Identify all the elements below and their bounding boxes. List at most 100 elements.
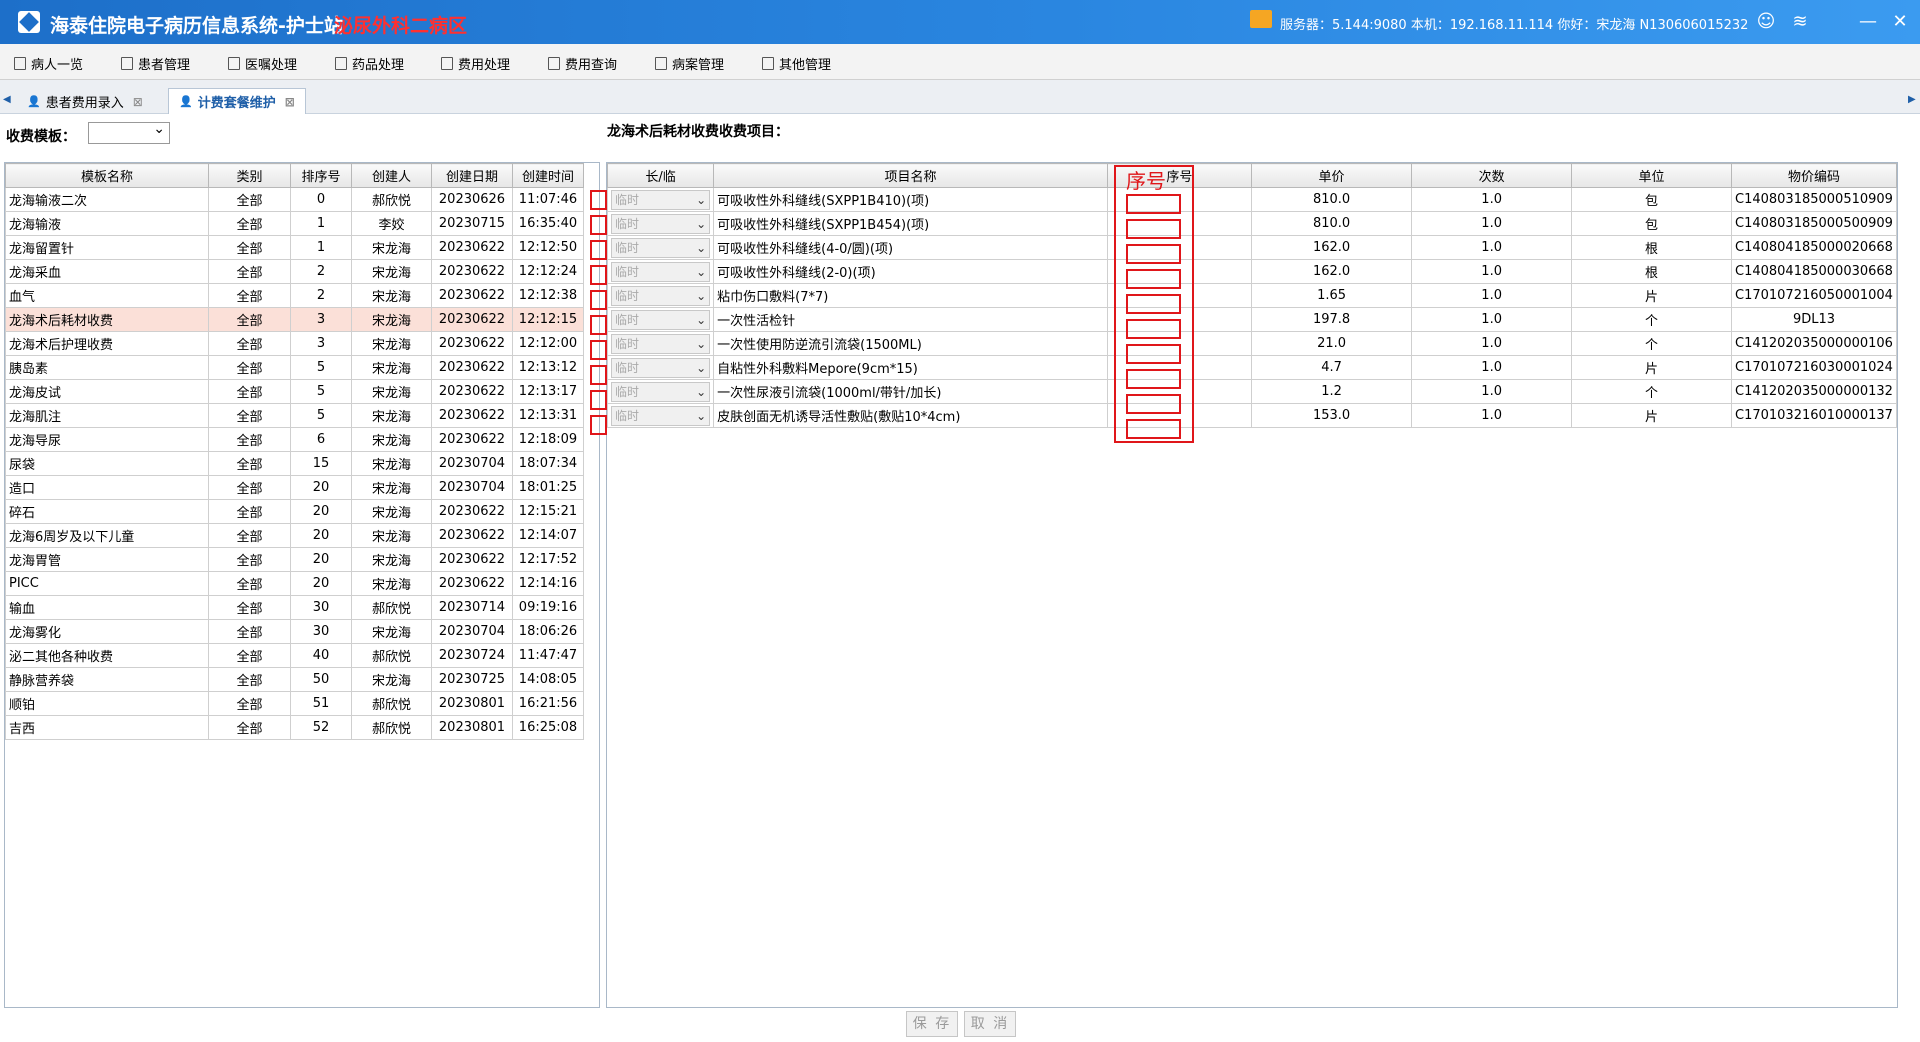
type-select[interactable]: 临时 ⌄ <box>611 285 711 306</box>
template-row[interactable]: 龙海输液二次 全部 0 郝欣悦 20230626 11:07:46 <box>5 187 584 212</box>
fee-item-row[interactable]: 临时 ⌄ 一次性使用防逆流引流袋(1500ML) 21.0 1.0 个 C141202035… <box>606 331 1898 356</box>
close-button[interactable]: ✕ <box>1886 8 1914 36</box>
app-logo-icon <box>18 11 40 33</box>
fee-item-row[interactable]: 临时 ⌄ 粘巾伤口敷料(7*7) 1.65 1.0 片 C17010721605000100… <box>606 283 1898 308</box>
template-row[interactable]: 龙海导尿 全部 6 宋龙海 20230622 12:18:09 <box>5 427 584 452</box>
template-row[interactable]: 龙海皮试 全部 5 宋龙海 20230622 12:13:17 <box>5 379 584 404</box>
type-select[interactable]: 临时 ⌄ <box>611 213 711 234</box>
template-row[interactable]: 龙海术后耗材收费 全部 3 宋龙海 20230622 12:12:15 <box>5 307 584 332</box>
cancel-button[interactable]: 取 消 <box>964 1011 1016 1037</box>
unit-cell: 包 <box>1571 187 1732 212</box>
template-cell: 全部 <box>208 259 291 284</box>
template-row[interactable]: 顺铂 全部 51 郝欣悦 20230801 16:21:56 <box>5 691 584 716</box>
template-col-header[interactable]: 排序号 <box>290 163 352 188</box>
tab-billing-package[interactable]: 👤 计费套餐维护 ⊠ <box>168 88 306 114</box>
count-cell: 1.0 <box>1411 403 1573 428</box>
menu-fee-process[interactable]: 费用处理 <box>441 54 510 73</box>
menu-patient-list[interactable]: 病人一览 <box>14 54 83 73</box>
tab-scroll-right-icon[interactable]: ▶ <box>1908 94 1916 105</box>
template-row[interactable]: 龙海输液 全部 1 李姣 20230715 16:35:40 <box>5 211 584 236</box>
template-row[interactable]: 龙海留置针 全部 1 宋龙海 20230622 12:12:50 <box>5 235 584 260</box>
template-cell: 2 <box>290 283 352 308</box>
fee-item-row[interactable]: 临时 ⌄ 自粘性外科敷料Mepore(9cm*15) 4.7 1.0 片 C17010721… <box>606 355 1898 380</box>
template-row[interactable]: 龙海胃管 全部 20 宋龙海 20230622 12:17:52 <box>5 547 584 572</box>
template-cell: 12:15:21 <box>512 499 584 524</box>
template-col-header[interactable]: 创建时间 <box>512 163 584 188</box>
type-cell: 临时 ⌄ <box>606 307 715 332</box>
layers-icon[interactable]: ≋ <box>1786 8 1814 36</box>
template-cell: 12:14:16 <box>512 571 584 596</box>
fee-item-row[interactable]: 临时 ⌄ 可吸收性外科缝线(SXPP1B410)(项) 810.0 1.0 包 C14080… <box>606 187 1898 212</box>
fee-col-header[interactable]: 次数 <box>1411 163 1573 188</box>
minimize-button[interactable]: — <box>1854 8 1882 36</box>
template-row[interactable]: 龙海雾化 全部 30 宋龙海 20230704 18:06:26 <box>5 619 584 644</box>
template-row[interactable]: 吉西 全部 52 郝欣悦 20230801 16:25:08 <box>5 715 584 740</box>
template-row[interactable]: 碎石 全部 20 宋龙海 20230622 12:15:21 <box>5 499 584 524</box>
type-select[interactable]: 临时 ⌄ <box>611 237 711 258</box>
type-select[interactable]: 临时 ⌄ <box>611 357 711 378</box>
type-select[interactable]: 临时 ⌄ <box>611 381 711 402</box>
template-row[interactable]: 龙海术后护理收费 全部 3 宋龙海 20230622 12:12:00 <box>5 331 584 356</box>
template-select[interactable] <box>88 121 170 144</box>
template-cell: 宋龙海 <box>351 523 432 548</box>
type-select[interactable]: 临时 ⌄ <box>611 333 711 354</box>
template-cell: 郝欣悦 <box>351 187 432 212</box>
save-button[interactable]: 保 存 <box>906 1011 958 1037</box>
fee-item-row[interactable]: 临时 ⌄ 一次性活检针 197.8 1.0 个 9DL13 <box>606 307 1898 332</box>
template-row[interactable]: 尿袋 全部 15 宋龙海 20230704 18:07:34 <box>5 451 584 476</box>
template-col-header[interactable]: 类别 <box>208 163 291 188</box>
sequence-input-highlight <box>1126 194 1181 214</box>
menu-drug-process[interactable]: 药品处理 <box>335 54 404 73</box>
menu-order-process[interactable]: 医嘱处理 <box>228 54 297 73</box>
type-select[interactable]: 临时 ⌄ <box>611 261 711 282</box>
fee-col-header[interactable]: 单价 <box>1250 163 1413 188</box>
type-cell: 临时 ⌄ <box>606 403 715 428</box>
menu-fee-query[interactable]: 费用查询 <box>548 54 617 73</box>
type-value: 临时 <box>615 313 640 327</box>
template-row[interactable]: 胰岛素 全部 5 宋龙海 20230622 12:13:12 <box>5 355 584 380</box>
user-icon[interactable]: ☺ <box>1752 8 1780 36</box>
template-row[interactable]: 泌二其他各种收费 全部 40 郝欣悦 20230724 11:47:47 <box>5 643 584 668</box>
fee-item-row[interactable]: 临时 ⌄ 皮肤创面无机诱导活性敷贴(敷贴10*4cm) 153.0 1.0 片 C17010… <box>606 403 1898 428</box>
template-col-header[interactable]: 模板名称 <box>5 163 209 188</box>
template-row[interactable]: 造口 全部 20 宋龙海 20230704 18:01:25 <box>5 475 584 500</box>
fee-col-header[interactable]: 单位 <box>1571 163 1732 188</box>
template-row[interactable]: PICC 全部 20 宋龙海 20230622 12:14:16 <box>5 571 584 596</box>
template-row[interactable]: 龙海采血 全部 2 宋龙海 20230622 12:12:24 <box>5 259 584 284</box>
template-col-header[interactable]: 创建日期 <box>431 163 513 188</box>
tab-close-icon[interactable]: ⊠ <box>285 95 295 109</box>
fee-item-row[interactable]: 临时 ⌄ 可吸收性外科缝线(2-0)(项) 162.0 1.0 根 C14080418500… <box>606 259 1898 284</box>
menu-patient-manage[interactable]: 患者管理 <box>121 54 190 73</box>
type-cell: 临时 ⌄ <box>606 355 715 380</box>
tab-scroll-left-icon[interactable]: ◀ <box>3 94 11 105</box>
template-cell: 20230704 <box>431 475 513 500</box>
fee-col-header[interactable]: 长/临 <box>606 163 715 188</box>
price-code-cell: C140804185000020668 <box>1730 235 1898 260</box>
template-col-header[interactable]: 创建人 <box>351 163 432 188</box>
count-cell: 1.0 <box>1411 211 1573 236</box>
price-code-cell: C141202035000000106 <box>1730 331 1898 356</box>
sequence-input-highlight <box>1126 294 1181 314</box>
template-row[interactable]: 血气 全部 2 宋龙海 20230622 12:12:38 <box>5 283 584 308</box>
template-cell: 全部 <box>208 427 291 452</box>
template-row[interactable]: 静脉营养袋 全部 50 宋龙海 20230725 14:08:05 <box>5 667 584 692</box>
fee-col-header[interactable]: 项目名称 <box>713 163 1108 188</box>
template-row[interactable]: 输血 全部 30 郝欣悦 20230714 09:19:16 <box>5 595 584 620</box>
template-row[interactable]: 龙海肌注 全部 5 宋龙海 20230622 12:13:31 <box>5 403 584 428</box>
tab-close-icon[interactable]: ⊠ <box>133 95 143 109</box>
menu-other-manage[interactable]: 其他管理 <box>762 54 831 73</box>
fee-item-row[interactable]: 临时 ⌄ 可吸收性外科缝线(4-0/圆)(项) 162.0 1.0 根 C140804185… <box>606 235 1898 260</box>
fee-item-row[interactable]: 临时 ⌄ 可吸收性外科缝线(SXPP1B454)(项) 810.0 1.0 包 C14080… <box>606 211 1898 236</box>
price-code-cell: C170107216030001024 <box>1730 355 1898 380</box>
menu-record-manage[interactable]: 病案管理 <box>655 54 724 73</box>
type-select[interactable]: 临时 ⌄ <box>611 405 711 426</box>
type-select[interactable]: 临时 ⌄ <box>611 309 711 330</box>
fee-item-row[interactable]: 临时 ⌄ 一次性尿液引流袋(1000ml/带针/加长) 1.2 1.0 个 C1412020… <box>606 379 1898 404</box>
tab-patient-fee-entry[interactable]: 👤 患者费用录入 ⊠ <box>16 88 154 114</box>
unit-cell: 根 <box>1571 235 1732 260</box>
fee-col-header[interactable]: 物价编码 <box>1730 163 1898 188</box>
list-icon <box>548 57 560 70</box>
template-cell: 宋龙海 <box>351 547 432 572</box>
template-row[interactable]: 龙海6周岁及以下儿童 全部 20 宋龙海 20230622 12:14:07 <box>5 523 584 548</box>
type-select[interactable]: 临时 ⌄ <box>611 189 711 210</box>
